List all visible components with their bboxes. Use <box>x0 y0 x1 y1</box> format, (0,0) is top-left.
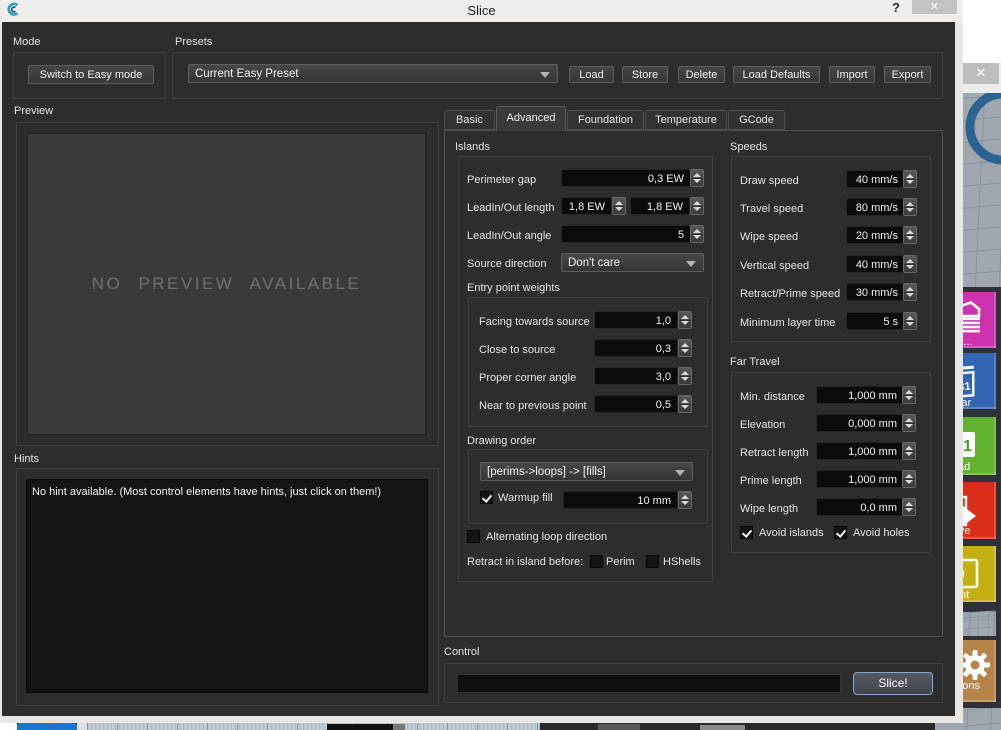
svg-text:Slice...: Slice... <box>963 336 973 348</box>
svg-text:31: 31 <box>963 438 972 455</box>
svg-text:31: 31 <box>963 380 971 393</box>
svg-text:Options: Options <box>963 680 980 692</box>
svg-text:Load: Load <box>963 461 970 473</box>
svg-text:Print: Print <box>963 589 969 601</box>
svg-text:Clear: Clear <box>963 397 971 409</box>
svg-text:Save: Save <box>963 525 971 537</box>
